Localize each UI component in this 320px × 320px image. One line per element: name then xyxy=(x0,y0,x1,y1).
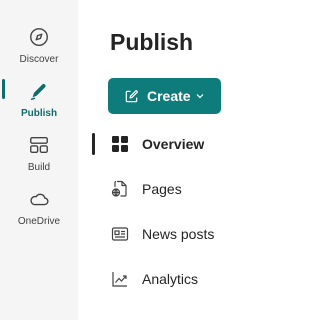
rail-item-label: OneDrive xyxy=(17,216,61,227)
nav-item-label: News posts xyxy=(142,226,215,242)
build-layout-icon xyxy=(27,133,51,157)
app-rail: Discover Publish Build OneDrive xyxy=(0,0,78,320)
create-button-label: Create xyxy=(147,88,191,104)
rail-item-onedrive[interactable]: OneDrive xyxy=(0,187,78,233)
nav-item-overview[interactable]: Overview xyxy=(78,127,301,161)
rail-item-label: Discover xyxy=(19,54,59,65)
grid-icon xyxy=(110,134,130,154)
nav-item-label: Analytics xyxy=(142,271,199,287)
nav-item-analytics[interactable]: Analytics xyxy=(78,262,301,296)
news-icon xyxy=(110,224,130,244)
compass-icon xyxy=(27,25,51,49)
publish-panel: Publish Create Overview Pages News posts… xyxy=(78,0,301,320)
compose-icon xyxy=(124,89,139,104)
trend-chart-icon xyxy=(110,269,130,289)
page-title: Publish xyxy=(110,29,194,55)
pen-icon xyxy=(27,79,51,103)
create-button[interactable]: Create xyxy=(108,78,221,114)
cloud-icon xyxy=(27,187,51,211)
page-globe-icon xyxy=(110,179,130,199)
rail-item-publish[interactable]: Publish xyxy=(0,79,78,125)
nav-item-pages[interactable]: Pages xyxy=(78,172,301,206)
rail-item-label: Publish xyxy=(20,108,58,119)
chevron-down-icon xyxy=(196,94,204,99)
nav-item-label: Pages xyxy=(142,181,182,197)
rail-item-discover[interactable]: Discover xyxy=(0,25,78,71)
nav-item-label: Overview xyxy=(142,136,205,152)
nav-item-news-posts[interactable]: News posts xyxy=(78,217,301,251)
rail-item-label: Build xyxy=(27,162,51,173)
rail-item-build[interactable]: Build xyxy=(0,133,78,179)
